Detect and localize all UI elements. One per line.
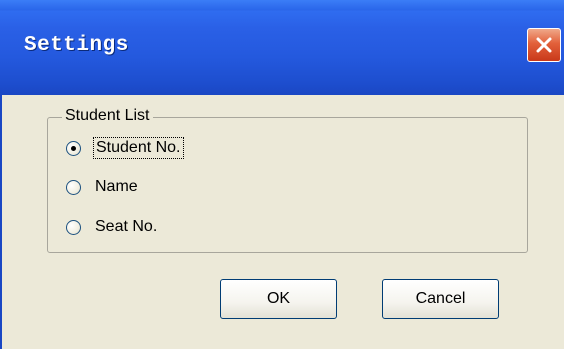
radio-label-seat-no[interactable]: Seat No. xyxy=(93,217,159,237)
radio-label-student-no[interactable]: Student No. xyxy=(93,137,184,159)
radio-button-icon[interactable] xyxy=(66,140,81,156)
radio-student-no[interactable]: Student No. xyxy=(66,137,184,159)
ok-button[interactable]: OK xyxy=(220,279,337,319)
student-list-group: Student List Student No. Name Seat No. xyxy=(47,107,528,253)
dialog-title: Settings xyxy=(24,34,129,57)
radio-name[interactable]: Name xyxy=(66,177,140,197)
close-button[interactable] xyxy=(527,28,561,62)
close-icon xyxy=(536,37,552,53)
cancel-button[interactable]: Cancel xyxy=(382,279,499,319)
radio-button-icon[interactable] xyxy=(66,219,81,235)
group-legend: Student List xyxy=(62,107,153,125)
radio-label-name[interactable]: Name xyxy=(93,177,140,197)
radio-selected-dot xyxy=(71,145,76,151)
radio-seat-no[interactable]: Seat No. xyxy=(66,217,159,237)
settings-dialog: Settings Student List Student No. Name S… xyxy=(0,0,564,349)
title-bar[interactable]: Settings xyxy=(0,0,564,95)
radio-button-icon[interactable] xyxy=(66,179,81,195)
dialog-body: Student List Student No. Name Seat No. O… xyxy=(0,95,564,349)
